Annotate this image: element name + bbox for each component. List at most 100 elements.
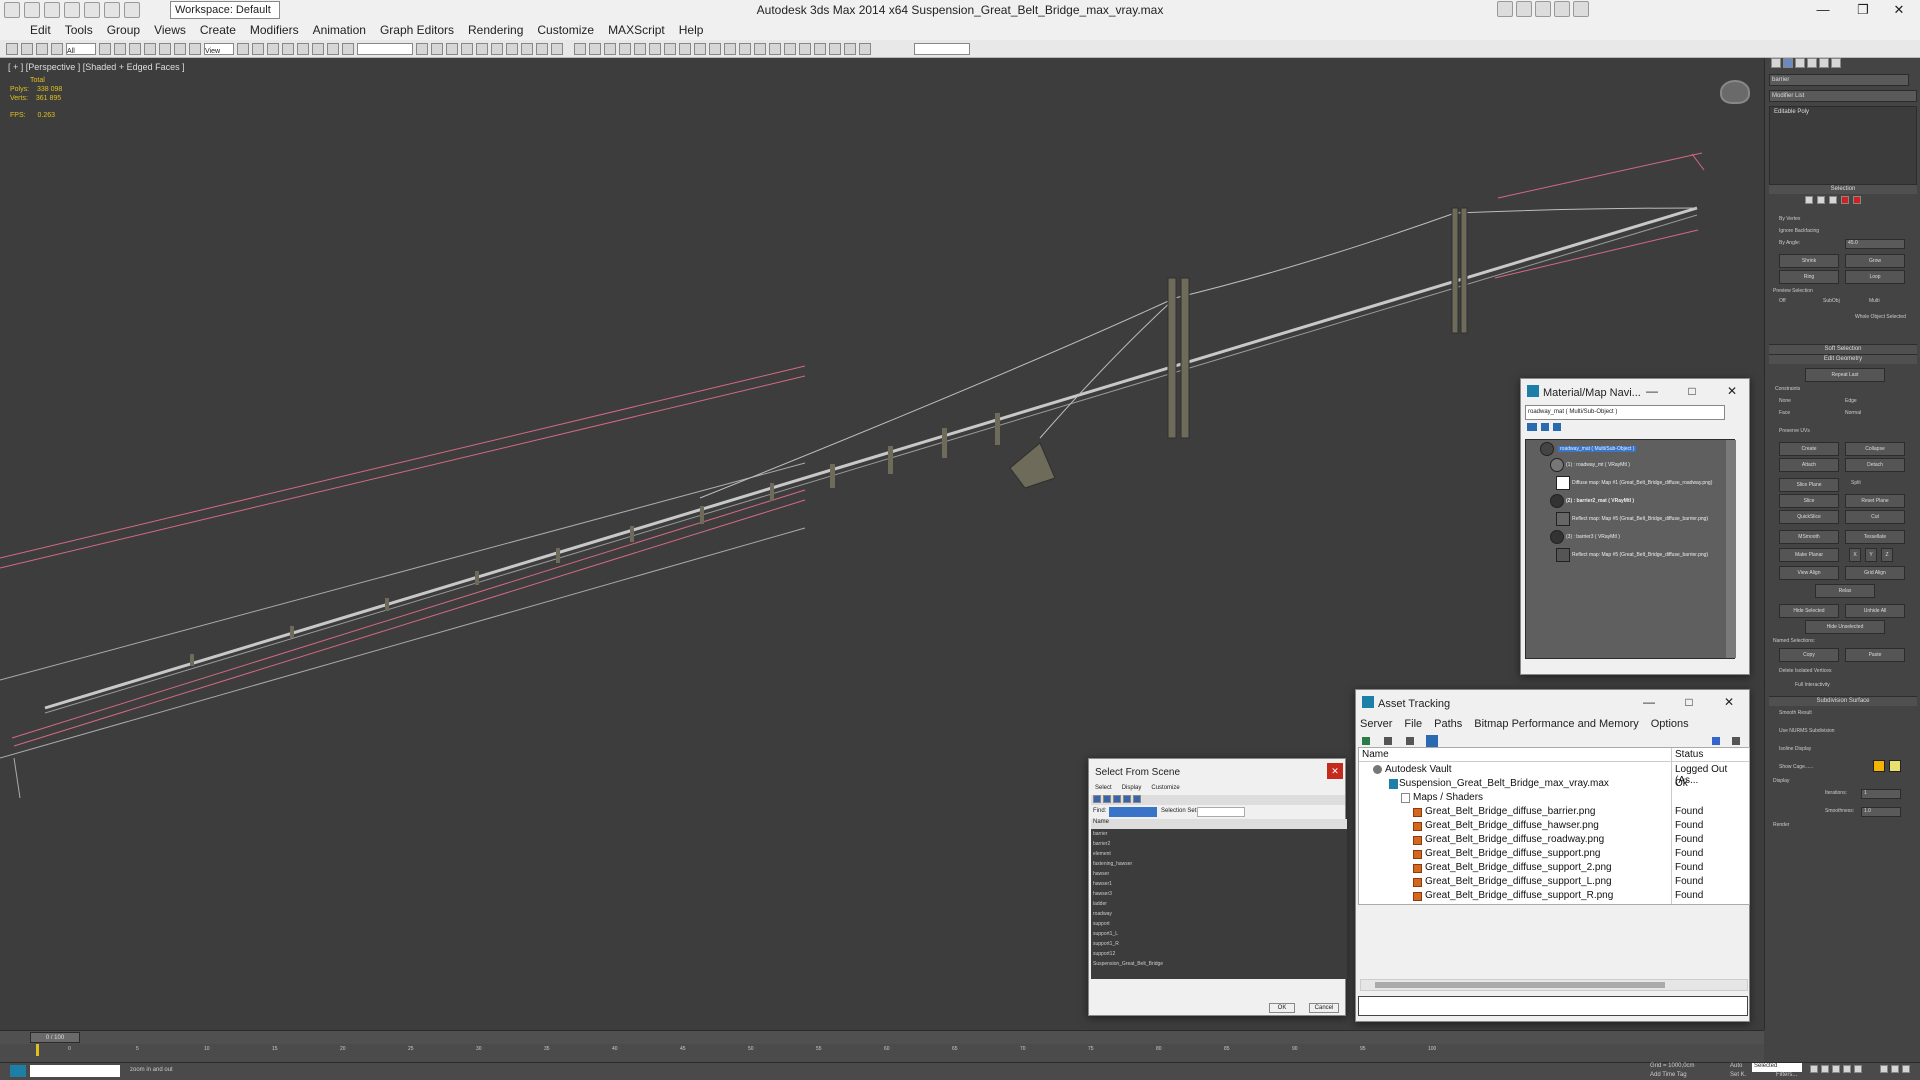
key-filters-button[interactable]: Filters... [1776,1072,1797,1078]
list-item[interactable]: roadway [1093,911,1112,917]
align-icon[interactable] [431,42,443,55]
reference-coordinate-dropdown[interactable]: View [204,42,234,55]
graphite-tools-icon[interactable] [461,42,473,55]
split-checkbox[interactable]: Split [1851,480,1861,486]
spinner-snap-icon[interactable] [327,42,339,55]
angle-spinner[interactable]: 45.0 [1845,239,1905,249]
named-selection-set-dropdown[interactable] [357,42,413,55]
close-button[interactable]: ✕ [1876,0,1920,20]
select-by-name-icon[interactable] [114,42,126,55]
vray-displacement-icon[interactable] [769,42,781,55]
snaps-toggle-icon[interactable] [282,42,294,55]
menu-views[interactable]: Views [154,20,186,40]
column-name-header[interactable]: Name [1091,819,1347,829]
constraint-normal-radio[interactable]: Normal [1845,410,1861,416]
at-menu-paths[interactable]: Paths [1434,718,1462,730]
list-item[interactable]: element [1093,851,1111,857]
create-tab-icon[interactable] [1771,58,1781,68]
menu-group[interactable]: Group [107,20,140,40]
vray-fur-icon[interactable] [634,42,646,55]
paste-button[interactable]: Paste [1845,648,1905,662]
mirror-icon[interactable] [416,42,428,55]
preview-off-radio[interactable]: Off [1779,298,1786,304]
view-align-button[interactable]: View Align [1779,566,1839,580]
find-input[interactable] [1109,807,1157,817]
play-icon[interactable] [1832,1065,1840,1073]
window-crossing-icon[interactable] [144,42,156,55]
set-key-button[interactable]: Set K. [1730,1072,1746,1078]
previous-frame-icon[interactable] [1821,1065,1829,1073]
constraint-edge-radio[interactable]: Edge [1845,398,1857,404]
border-level-icon[interactable] [1829,196,1837,204]
subscription-icon[interactable] [1516,1,1532,17]
checkout-icon[interactable] [1384,737,1392,745]
menu-tools[interactable]: Tools [65,20,93,40]
hide-selected-button[interactable]: Hide Selected [1779,604,1839,618]
material-tree-row[interactable]: Reflect map: Map #5 (Great_Belt_Bridge_d… [1572,516,1708,522]
vray-lights-icon[interactable] [574,42,586,55]
communication-icon[interactable] [1535,1,1551,17]
msmooth-button[interactable]: MSmooth [1779,530,1839,544]
selection-set-dropdown[interactable] [1197,807,1245,817]
list-item[interactable]: support12 [1093,951,1115,957]
selection-filter-dropdown[interactable]: All [66,42,96,55]
material-tree-scrollbar[interactable] [1726,440,1736,658]
scale-icon[interactable] [189,42,201,55]
layer-manager-icon[interactable] [446,42,458,55]
material-navigator-maximize-button[interactable]: □ [1677,379,1707,403]
vray-material-icon[interactable] [709,42,721,55]
detach-button[interactable]: Detach [1845,458,1905,472]
menu-animation[interactable]: Animation [313,20,366,40]
schematic-view-icon[interactable] [491,42,503,55]
hierarchy-tab-icon[interactable] [1795,58,1805,68]
percent-snap-icon[interactable] [312,42,324,55]
vray-frame-buffer-icon[interactable] [724,42,736,55]
edge-level-icon[interactable] [1817,196,1825,204]
asset-tracking-maximize-button[interactable]: □ [1674,690,1704,714]
vray-scene-converter-icon[interactable] [829,42,841,55]
copy-button[interactable]: Copy [1779,648,1839,662]
vray-ies-icon[interactable] [754,42,766,55]
view-list-icon[interactable] [1527,423,1537,431]
object-name-field[interactable]: barrier [1769,74,1909,86]
rendered-frame-window-icon[interactable] [536,42,548,55]
element-level-icon[interactable] [1853,196,1861,204]
orbit-icon[interactable] [1902,1065,1910,1073]
material-tree-row[interactable]: Reflect map: Map #5 (Great_Belt_Bridge_d… [1572,552,1708,558]
use-nurms-checkbox[interactable]: Use NURMS Subdivision [1779,728,1835,734]
polygon-level-icon[interactable] [1841,196,1849,204]
auto-key-button[interactable]: Auto [1730,1063,1742,1069]
vray-sky-icon[interactable] [664,42,676,55]
curve-editor-icon[interactable] [476,42,488,55]
cancel-button[interactable]: Cancel [1309,1003,1339,1013]
attach-button[interactable]: Attach [1779,458,1839,472]
material-tree-row[interactable]: (2) : barrier2_mat ( VRayMtl ) [1566,498,1634,504]
material-path-field[interactable]: roadway_mat ( Multi/Sub-Object ) [1525,405,1725,420]
go-to-end-icon[interactable] [1854,1065,1862,1073]
tessellate-button[interactable]: Tessellate [1845,530,1905,544]
preview-multi-radio[interactable]: Multi [1869,298,1880,304]
loop-button[interactable]: Loop [1845,270,1905,284]
rectangular-selection-icon[interactable] [129,42,141,55]
unlink-icon[interactable] [36,42,48,55]
iterations-spinner[interactable]: 1 [1861,789,1901,799]
asset-tracking-minimize-button[interactable]: — [1634,690,1664,714]
material-navigator-minimize-button[interactable]: — [1637,379,1667,403]
render-setup-icon[interactable] [521,42,533,55]
list-item[interactable]: hawser [1093,871,1109,877]
material-tree-row[interactable]: (3) : barrier3 ( VRayMtl ) [1566,534,1620,540]
go-to-start-icon[interactable] [1810,1065,1818,1073]
create-button[interactable]: Create [1779,442,1839,456]
planar-z-button[interactable]: Z [1881,548,1893,562]
at-menu-file[interactable]: File [1404,718,1422,730]
display-tab-icon[interactable] [1819,58,1829,68]
slice-button[interactable]: Slice [1779,494,1839,508]
vray-sun-icon[interactable] [649,42,661,55]
full-interactivity-checkbox[interactable]: Full Interactivity [1795,682,1830,688]
display-helpers-icon[interactable] [1133,795,1141,803]
material-tree-row[interactable]: Diffuse map: Map #1 (Great_Belt_Bridge_d… [1572,480,1712,486]
workspace-ribbon-dropdown[interactable] [914,42,970,55]
keyboard-shortcut-icon[interactable] [267,42,279,55]
scrollbar-thumb[interactable] [1375,982,1665,988]
stack-item-editable-poly[interactable]: Editable Poly [1770,107,1916,117]
